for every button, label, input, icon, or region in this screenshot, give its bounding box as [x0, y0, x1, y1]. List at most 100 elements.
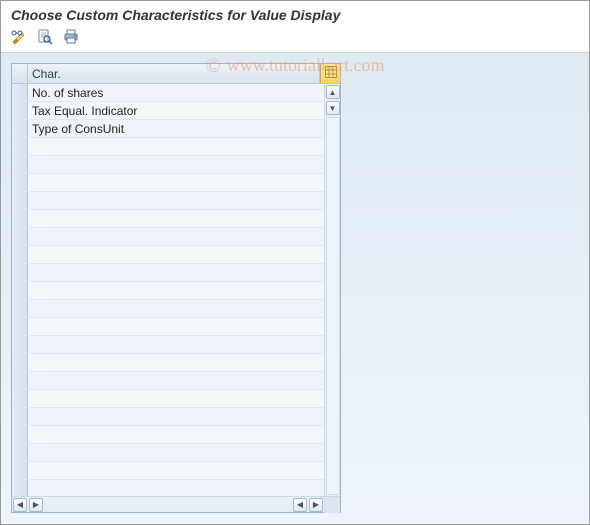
table-row[interactable]: [12, 426, 324, 444]
grid-select-all-corner[interactable]: [12, 64, 28, 83]
print-button[interactable]: [61, 29, 81, 49]
scroll-right-button[interactable]: ▶: [29, 498, 43, 512]
row-selector[interactable]: [12, 300, 28, 317]
cell-char[interactable]: [28, 318, 324, 335]
cell-char[interactable]: [28, 174, 324, 191]
row-selector[interactable]: [12, 174, 28, 191]
table-row[interactable]: [12, 210, 324, 228]
chevron-left-icon: ◀: [297, 500, 303, 509]
scroll-up-button[interactable]: ▲: [326, 85, 340, 99]
row-selector[interactable]: [12, 264, 28, 281]
row-selector[interactable]: [12, 336, 28, 353]
grid-configure-button[interactable]: [320, 64, 340, 83]
table-row[interactable]: [12, 192, 324, 210]
scrollbar-corner: [324, 497, 340, 513]
vertical-scrollbar[interactable]: ▲ ▼: [324, 84, 340, 496]
table-row[interactable]: [12, 444, 324, 462]
cell-char[interactable]: No. of shares: [28, 84, 324, 101]
table-row[interactable]: [12, 300, 324, 318]
printer-icon: [63, 29, 79, 48]
cell-char[interactable]: [28, 282, 324, 299]
row-selector[interactable]: [12, 228, 28, 245]
scroll-right-end-button[interactable]: ▶: [309, 498, 323, 512]
grid-column-header-char[interactable]: Char.: [28, 64, 320, 83]
table-row[interactable]: [12, 408, 324, 426]
row-selector[interactable]: [12, 390, 28, 407]
row-selector[interactable]: [12, 480, 28, 496]
row-selector[interactable]: [12, 318, 28, 335]
table-row[interactable]: [12, 318, 324, 336]
table-row[interactable]: [12, 390, 324, 408]
edit-button[interactable]: [9, 29, 29, 49]
pencil-glasses-icon: [11, 29, 27, 48]
row-selector[interactable]: [12, 156, 28, 173]
table-row[interactable]: [12, 264, 324, 282]
scroll-left-end-button[interactable]: ◀: [293, 498, 307, 512]
row-selector[interactable]: [12, 210, 28, 227]
row-selector[interactable]: [12, 192, 28, 209]
row-selector[interactable]: [12, 426, 28, 443]
cell-char[interactable]: [28, 336, 324, 353]
row-selector[interactable]: [12, 246, 28, 263]
table-settings-icon: [325, 66, 337, 81]
chevron-up-icon: ▲: [329, 88, 337, 97]
row-selector[interactable]: [12, 444, 28, 461]
table-row[interactable]: No. of shares: [12, 84, 324, 102]
toolbar: [1, 27, 589, 53]
cell-char[interactable]: [28, 210, 324, 227]
cell-char[interactable]: [28, 228, 324, 245]
cell-char[interactable]: [28, 426, 324, 443]
cell-char[interactable]: [28, 462, 324, 479]
row-selector[interactable]: [12, 408, 28, 425]
row-selector[interactable]: [12, 102, 28, 119]
grid-header-row: Char.: [12, 64, 340, 84]
cell-char[interactable]: [28, 444, 324, 461]
cell-char[interactable]: [28, 408, 324, 425]
row-selector[interactable]: [12, 84, 28, 101]
table-row[interactable]: [12, 246, 324, 264]
table-row[interactable]: Type of ConsUnit: [12, 120, 324, 138]
cell-char[interactable]: [28, 480, 324, 496]
cell-char[interactable]: [28, 300, 324, 317]
scroll-down-button[interactable]: ▼: [326, 101, 340, 115]
cell-char[interactable]: [28, 156, 324, 173]
table-row[interactable]: [12, 372, 324, 390]
grid-body-wrap: No. of sharesTax Equal. IndicatorType of…: [12, 84, 340, 496]
cell-char[interactable]: [28, 264, 324, 281]
chevron-right-icon: ▶: [33, 500, 39, 509]
row-selector[interactable]: [12, 354, 28, 371]
characteristics-grid: Char. No. of sharesTax Equal. Indica: [11, 63, 341, 513]
scrollbar-track[interactable]: [326, 117, 340, 495]
row-selector[interactable]: [12, 138, 28, 155]
table-row[interactable]: [12, 156, 324, 174]
table-row[interactable]: [12, 174, 324, 192]
cell-char[interactable]: [28, 372, 324, 389]
cell-char[interactable]: [28, 138, 324, 155]
row-selector[interactable]: [12, 462, 28, 479]
cell-char[interactable]: Type of ConsUnit: [28, 120, 324, 137]
table-row[interactable]: [12, 282, 324, 300]
row-selector[interactable]: [12, 120, 28, 137]
table-row[interactable]: Tax Equal. Indicator: [12, 102, 324, 120]
table-row[interactable]: [12, 480, 324, 496]
table-row[interactable]: [12, 354, 324, 372]
find-button[interactable]: [35, 29, 55, 49]
app-window: Choose Custom Characteristics for Value …: [0, 0, 590, 525]
cell-char[interactable]: Tax Equal. Indicator: [28, 102, 324, 119]
table-row[interactable]: [12, 228, 324, 246]
scroll-left-button[interactable]: ◀: [13, 498, 27, 512]
row-selector[interactable]: [12, 372, 28, 389]
table-row[interactable]: [12, 462, 324, 480]
horizontal-scrollbar[interactable]: ◀ ▶ ◀ ▶: [12, 496, 340, 512]
table-row[interactable]: [12, 138, 324, 156]
row-selector[interactable]: [12, 282, 28, 299]
chevron-left-icon: ◀: [17, 500, 23, 509]
page-title: Choose Custom Characteristics for Value …: [1, 1, 589, 27]
chevron-down-icon: ▼: [329, 104, 337, 113]
chevron-right-icon: ▶: [313, 500, 319, 509]
cell-char[interactable]: [28, 390, 324, 407]
cell-char[interactable]: [28, 246, 324, 263]
cell-char[interactable]: [28, 192, 324, 209]
table-row[interactable]: [12, 336, 324, 354]
cell-char[interactable]: [28, 354, 324, 371]
